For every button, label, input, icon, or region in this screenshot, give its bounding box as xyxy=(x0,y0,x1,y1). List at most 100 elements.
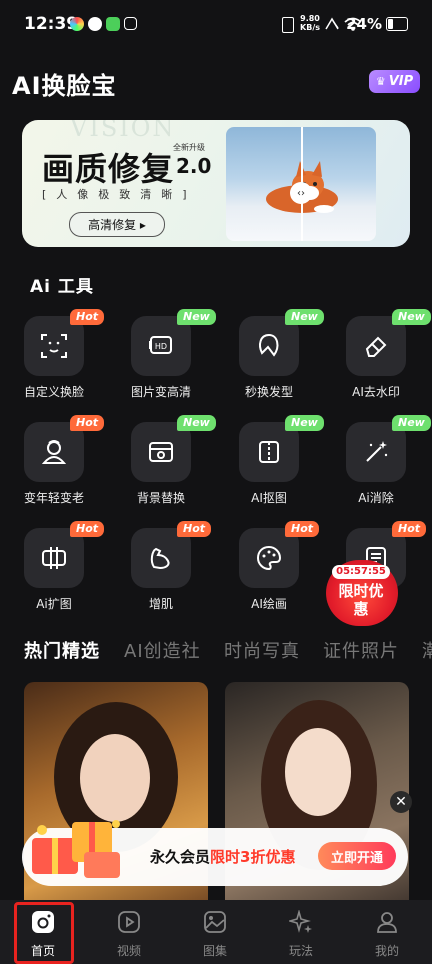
membership-discount: 限时3折优惠 xyxy=(210,848,296,866)
compare-handle[interactable]: ‹› xyxy=(290,182,312,204)
tool-tile[interactable] xyxy=(24,528,84,588)
tool-item[interactable]: New Ai消除 xyxy=(322,415,431,522)
tool-tile[interactable] xyxy=(24,316,84,376)
tool-tile[interactable] xyxy=(346,422,406,482)
tab-trend[interactable]: 潮 xyxy=(422,637,432,663)
tool-item[interactable]: New AI抠图 xyxy=(215,415,324,522)
banner-title: 画质修复 xyxy=(42,150,175,188)
cutout-icon xyxy=(259,441,279,463)
fox-comparison-image: ‹› xyxy=(226,127,376,241)
palette-icon xyxy=(256,545,282,571)
tools-section-title: Ai 工具 xyxy=(30,277,94,297)
tool-label: Ai扩图 xyxy=(36,597,72,611)
app-notification-icon xyxy=(70,17,84,31)
hd-image-icon: HD xyxy=(149,336,172,354)
promo-text: 限时优惠 xyxy=(338,582,384,618)
battery-percent: 24% xyxy=(346,15,382,33)
tool-tag: New xyxy=(285,309,324,325)
tool-tag: New xyxy=(392,309,431,325)
feature-banner[interactable]: VISION 画质修复 全新升级 2.0 [人像极致清晰] 高清修复 ▸ ‹› xyxy=(22,120,410,247)
app-notification-icon xyxy=(88,17,102,31)
nav-gallery[interactable]: 图集 xyxy=(172,900,258,964)
tab-id-photo[interactable]: 证件照片 xyxy=(323,637,399,663)
tool-label: AI抠图 xyxy=(251,491,287,505)
membership-banner[interactable]: 永久会员限时3折优惠 立即开通 xyxy=(22,820,408,886)
hd-repair-button[interactable]: 高清修复 ▸ xyxy=(69,212,165,237)
nav-label: 视频 xyxy=(116,944,141,958)
tool-tag: Hot xyxy=(70,415,105,431)
muscle-icon xyxy=(150,547,170,570)
tool-item[interactable]: New AI去水印 xyxy=(322,309,431,416)
tool-tile[interactable] xyxy=(131,422,191,482)
banner-background-text: VISION xyxy=(70,120,176,142)
status-bar: 12:39 9.80 KB/s 24% xyxy=(0,0,432,50)
tool-tag: New xyxy=(392,415,431,431)
svg-text:HD: HD xyxy=(155,342,167,351)
tool-tile[interactable] xyxy=(239,422,299,482)
tool-item[interactable]: New 背景替换 xyxy=(107,415,216,522)
portrait-face xyxy=(80,734,150,822)
membership-text: 永久会员限时3折优惠 xyxy=(150,846,295,867)
network-speed: 9.80 KB/s xyxy=(300,14,320,32)
banner-version: 2.0 xyxy=(176,154,212,178)
vibrate-icon xyxy=(282,17,294,33)
tool-label: 增肌 xyxy=(148,597,173,611)
vip-button[interactable]: ♛ VIP xyxy=(369,70,420,93)
nav-label: 我的 xyxy=(374,944,399,958)
tool-tile[interactable]: HD xyxy=(131,316,191,376)
tool-label: 变年轻变老 xyxy=(23,491,84,505)
tool-tag: Hot xyxy=(177,521,212,537)
vip-label: VIP xyxy=(388,74,414,89)
tool-tag: Hot xyxy=(392,521,427,537)
nav-video[interactable]: 视频 xyxy=(86,900,172,964)
sparkle-icon xyxy=(289,910,312,933)
crown-icon: ♛ xyxy=(375,75,386,88)
tool-tag: Hot xyxy=(70,521,105,537)
tool-label: AI绘画 xyxy=(251,597,287,611)
tool-tag: Hot xyxy=(285,521,320,537)
magic-wand-icon xyxy=(366,441,388,462)
no-sim-icon xyxy=(325,17,339,30)
background-icon xyxy=(149,442,173,462)
app-notification-icon xyxy=(106,17,120,31)
membership-label: 永久会员 xyxy=(150,848,211,866)
tool-tag: New xyxy=(177,309,216,325)
nav-label: 玩法 xyxy=(288,944,313,958)
tab-fashion-photo[interactable]: 时尚写真 xyxy=(224,637,300,663)
age-face-icon xyxy=(41,440,67,464)
banner-subtitle: [人像极致清晰] xyxy=(42,188,197,201)
battery-icon xyxy=(386,17,408,31)
tool-item[interactable]: New 秒换发型 xyxy=(215,309,324,416)
tool-item[interactable]: Hot 增肌 xyxy=(107,521,215,628)
tool-item[interactable]: HD New 图片变高清 xyxy=(107,309,216,416)
app-title: AI换脸宝 xyxy=(12,72,117,100)
tool-tile[interactable] xyxy=(239,528,299,588)
activate-now-button[interactable]: 立即开通 xyxy=(318,842,396,870)
tool-item[interactable]: Hot AI绘画 xyxy=(215,521,323,628)
tool-tile[interactable] xyxy=(346,316,406,376)
tool-label: 秒换发型 xyxy=(244,385,293,399)
tool-tag: Hot xyxy=(70,309,105,325)
nav-play[interactable]: 玩法 xyxy=(258,900,344,964)
tool-item[interactable]: Hot 变年轻变老 xyxy=(0,415,108,522)
profile-icon xyxy=(377,912,397,933)
tab-ai-creators[interactable]: AI创造社 xyxy=(124,637,201,663)
gift-box-icon xyxy=(32,820,120,878)
nav-profile[interactable]: 我的 xyxy=(344,900,430,964)
expand-icon xyxy=(42,547,66,569)
tool-item[interactable]: Hot 自定义换脸 xyxy=(0,309,108,416)
portrait-face xyxy=(285,728,351,816)
tab-hot-picks[interactable]: 热门精选 xyxy=(24,637,100,663)
tool-tile[interactable] xyxy=(24,422,84,482)
eraser-icon xyxy=(365,336,387,357)
video-icon xyxy=(118,911,140,933)
tool-tile[interactable] xyxy=(131,528,191,588)
close-icon[interactable]: ✕ xyxy=(390,791,412,813)
limited-offer-badge[interactable]: 05:57:55 限时优惠 xyxy=(326,560,398,626)
home-highlight-box xyxy=(14,902,74,964)
tool-item[interactable]: Hot Ai扩图 xyxy=(0,521,108,628)
gallery-icon xyxy=(204,911,226,933)
promo-timer: 05:57:55 xyxy=(332,565,390,579)
tool-tile[interactable] xyxy=(239,316,299,376)
face-scan-icon xyxy=(41,334,67,358)
